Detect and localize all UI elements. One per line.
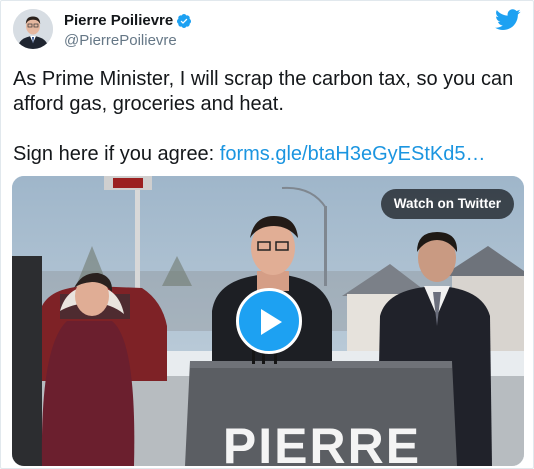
podium-sign-text: PIERRE <box>222 418 422 466</box>
author-avatar[interactable] <box>13 9 53 49</box>
twitter-bird-icon[interactable] <box>495 9 521 31</box>
author-display-name[interactable]: Pierre Poilievre <box>64 11 173 31</box>
tweet-text-line2: Sign here if you agree: forms.gle/btaH3e… <box>13 142 523 167</box>
tweet-header: Pierre Poilievre @PierrePoilievre <box>13 9 521 55</box>
tweet-text-prefix: Sign here if you agree: <box>13 143 220 165</box>
play-icon <box>261 309 282 335</box>
author-block[interactable]: Pierre Poilievre @PierrePoilievre <box>64 11 192 51</box>
watch-on-twitter-button[interactable]: Watch on Twitter <box>380 189 514 219</box>
verified-badge-icon <box>177 14 192 28</box>
author-handle[interactable]: @PierrePoilievre <box>64 31 192 51</box>
tweet-video[interactable]: PIERRE Watch on Twitter <box>12 176 524 466</box>
play-button[interactable] <box>236 288 302 354</box>
tweet-text: As Prime Minister, I will scrap the carb… <box>13 67 523 167</box>
tweet-link[interactable]: forms.gle/btaH3eGyEStKd5… <box>220 143 486 165</box>
tweet-card[interactable]: Pierre Poilievre @PierrePoilievre As Pri… <box>0 0 534 469</box>
tweet-text-line1: As Prime Minister, I will scrap the carb… <box>13 68 514 115</box>
